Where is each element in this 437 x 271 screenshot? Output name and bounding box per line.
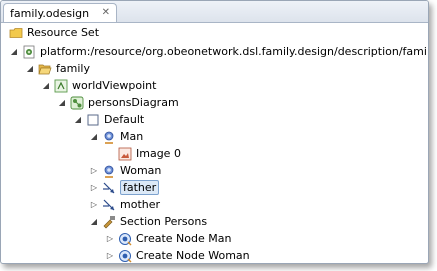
resource-set-header: Resource Set: [1, 23, 428, 41]
close-icon[interactable]: ✕: [102, 7, 110, 18]
tool-section-icon: [102, 215, 116, 229]
tree-item[interactable]: ▷ Create Node Woman: [105, 247, 250, 263]
tab-title: family.odesign: [10, 7, 90, 20]
resource-set-label: Resource Set: [27, 26, 100, 39]
tree-item[interactable]: ◢ Default: [73, 111, 144, 128]
expand-toggle-icon[interactable]: ▷: [105, 251, 115, 261]
image-style-icon: [118, 147, 132, 161]
tree-item-label: Woman: [120, 164, 162, 177]
tree-item-label: Create Node Man: [136, 232, 232, 245]
tree-item-label: Man: [120, 130, 144, 143]
node-mapping-icon: [102, 130, 116, 144]
tree-item[interactable]: ▷ Create Node Man: [105, 230, 232, 247]
collapse-toggle-icon[interactable]: ◢: [89, 217, 99, 227]
toggle-spacer: [105, 149, 115, 159]
collapse-toggle-icon[interactable]: ◢: [57, 98, 67, 108]
tree-item[interactable]: ▷ father: [89, 179, 160, 196]
resource-set-icon: [9, 26, 23, 40]
tree-item-label: Create Node Woman: [136, 249, 250, 262]
collapse-toggle-icon[interactable]: ◢: [89, 132, 99, 142]
collapse-toggle-icon[interactable]: ◢: [41, 81, 51, 91]
tree-item-label: mother: [120, 198, 161, 211]
tree-item[interactable]: Image 0: [105, 145, 181, 162]
editor-panel: family.odesign ✕ Resource Set ◢ platform:…: [0, 0, 429, 264]
tree-item-label: Section Persons: [120, 215, 208, 228]
collapse-toggle-icon[interactable]: ◢: [73, 115, 83, 125]
folder-open-icon: [38, 62, 52, 76]
expand-toggle-icon[interactable]: ▷: [89, 166, 99, 176]
edge-mapping-icon: [102, 181, 116, 195]
diagram-icon: [70, 96, 84, 110]
expand-toggle-icon[interactable]: ▷: [89, 183, 99, 193]
tree-item-label: worldViewpoint: [72, 79, 157, 92]
node-creation-tool-icon: [118, 232, 132, 246]
tree-item[interactable]: ◢ personsDiagram: [57, 94, 179, 111]
tree-item[interactable]: ◢ family: [25, 60, 90, 77]
tree-item-label: Default: [104, 113, 145, 126]
tree-item-label: family: [56, 62, 90, 75]
tree-item-label: personsDiagram: [88, 96, 179, 109]
editor-tab-family-odesign[interactable]: family.odesign ✕: [3, 3, 117, 22]
collapse-toggle-icon[interactable]: ◢: [25, 64, 35, 74]
odesign-file-icon: [22, 45, 36, 59]
expand-toggle-icon[interactable]: ▷: [89, 200, 99, 210]
tree-item-label: father: [120, 180, 160, 195]
tree-item[interactable]: ▷ mother: [89, 196, 160, 213]
tree-item-label: Image 0: [136, 147, 181, 160]
layer-icon: [86, 113, 100, 127]
tree-item[interactable]: ◢ worldViewpoint: [41, 77, 157, 94]
node-mapping-icon: [102, 164, 116, 178]
tree-item[interactable]: ◢ Section Persons: [89, 213, 207, 230]
viewpoint-icon: [54, 79, 68, 93]
tree-item[interactable]: ◢ platform:/resource/org.obeonetwork.dsl.…: [9, 43, 428, 60]
collapse-toggle-icon[interactable]: ◢: [9, 47, 19, 57]
tree-item[interactable]: ▷ Woman: [89, 162, 161, 179]
tree-item[interactable]: ◢ Man: [89, 128, 143, 145]
editor-tab-strip: family.odesign ✕: [1, 1, 428, 23]
node-creation-tool-icon: [118, 249, 132, 263]
edge-mapping-icon: [102, 198, 116, 212]
expand-toggle-icon[interactable]: ▷: [105, 234, 115, 244]
tree-item-label: platform:/resource/org.obeonetwork.dsl.f…: [40, 45, 428, 58]
